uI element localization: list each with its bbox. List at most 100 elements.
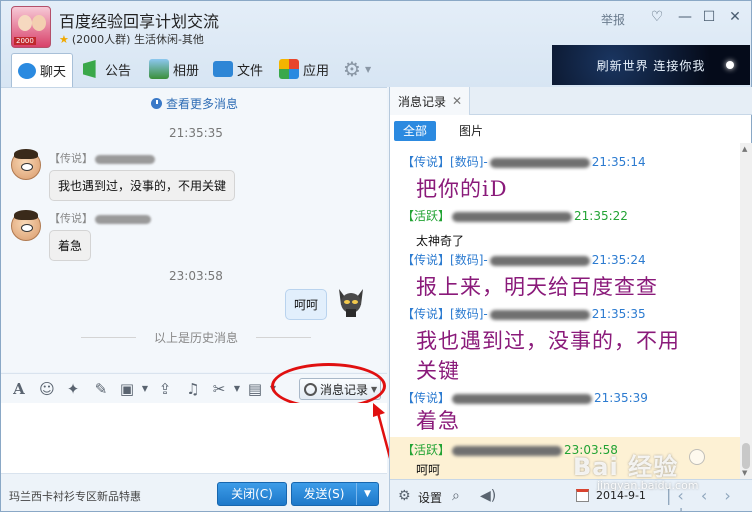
tab-files[interactable]: 文件: [207, 53, 269, 85]
upload-icon[interactable]: ⇪: [157, 381, 173, 397]
gear-icon[interactable]: ⚙: [398, 488, 411, 504]
settings-label[interactable]: 设置: [418, 489, 442, 506]
message-bubble[interactable]: 我也遇到过，没事的，不用关键: [49, 170, 236, 201]
scroll-up-icon[interactable]: ▲: [742, 145, 747, 153]
sender-avatar[interactable]: [11, 149, 41, 180]
chevron-down-icon: ▼: [364, 64, 372, 74]
promo-link[interactable]: 玛兰西卡衬衫专区新品特惠: [9, 488, 141, 504]
sender-name: 【传说】: [49, 150, 155, 166]
tab-announcement-label: 公告: [105, 63, 132, 79]
tab-message-history[interactable]: 消息记录 ✕: [390, 87, 470, 115]
baidu-watermark-url: jingyan.baidu.com: [597, 479, 699, 492]
paw-icon: [689, 449, 705, 465]
history-entry-text[interactable]: 太神奇了: [416, 232, 464, 249]
tab-chat[interactable]: 聊天: [11, 53, 74, 87]
chevron-down-icon[interactable]: ▼: [229, 381, 245, 397]
my-avatar[interactable]: [335, 285, 367, 317]
gear-icon: ⚙: [343, 57, 361, 81]
message-history-panel: 消息记录 ✕ 全部 图片 【传说】[数码]- 21:35:14 把你的iD 【活跃…: [389, 87, 752, 512]
maximize-button[interactable]: ☐: [699, 7, 719, 27]
close-icon[interactable]: ✕: [452, 94, 462, 108]
chevron-down-icon[interactable]: ▼: [137, 381, 153, 397]
history-entry-text[interactable]: 把你的iD: [416, 173, 508, 205]
redacted-name: [95, 214, 151, 224]
history-divider: 以上是历史消息: [81, 329, 311, 346]
screen-share-icon[interactable]: ▤: [247, 381, 263, 397]
chat-messages-panel: 查看更多消息 21:35:35 【传说】 我也遇到过，没事的，不用关键 【传说】…: [1, 87, 387, 372]
history-entry-text[interactable]: 我也遇到过，没事的，不用: [416, 325, 680, 357]
group-subtitle: ★ (2000人群) 生活休闲-其他: [59, 33, 204, 46]
font-icon[interactable]: A: [11, 381, 27, 397]
tab-files-label: 文件: [237, 63, 264, 79]
group-name[interactable]: 百度经验回享计划交流: [59, 8, 219, 32]
tab-apps-label: 应用: [303, 63, 330, 79]
scroll-thumb[interactable]: [742, 443, 750, 469]
history-entry-header: 【传说】[数码]- 21:35:14: [402, 155, 646, 169]
close-window-button[interactable]: ✕: [725, 7, 745, 27]
more-apps-button[interactable]: ⚙ ▼: [337, 53, 377, 85]
sender-avatar[interactable]: [11, 210, 41, 241]
photo-album-icon: [149, 59, 169, 79]
filter-images[interactable]: 图片: [450, 121, 492, 141]
clock-icon: [151, 98, 162, 109]
planet-image: [726, 61, 734, 69]
speaker-icon[interactable]: ◀): [480, 488, 496, 504]
image-icon[interactable]: ▣: [119, 381, 135, 397]
message-bubble[interactable]: 着急: [49, 230, 92, 261]
view-more-messages-link[interactable]: 查看更多消息: [151, 95, 238, 112]
history-filter: 全部 图片: [394, 121, 492, 143]
view-more-messages-label: 查看更多消息: [166, 97, 239, 111]
search-icon[interactable]: ⌕: [452, 488, 460, 504]
history-entry-text[interactable]: 着急: [416, 405, 460, 437]
minimize-button[interactable]: —: [675, 7, 695, 27]
tab-announcement[interactable]: 公告: [77, 53, 137, 85]
timestamp: 23:03:58: [169, 269, 223, 283]
bottom-bar: 玛兰西卡衬衫专区新品特惠 关闭(C) 发送(S) ▼: [1, 473, 387, 511]
report-link[interactable]: 举报: [601, 11, 625, 28]
timestamp: 21:35:35: [169, 126, 223, 140]
sender-name: 【传说】: [49, 210, 151, 226]
scissors-icon[interactable]: ✂: [211, 381, 227, 397]
tab-album-label: 相册: [173, 63, 200, 79]
chat-icon: [18, 62, 36, 79]
emoji-icon[interactable]: ☺: [39, 381, 55, 397]
tab-album[interactable]: 相册: [143, 53, 205, 85]
music-icon[interactable]: ♫: [185, 381, 201, 397]
message-input[interactable]: [1, 403, 387, 473]
send-options-dropdown[interactable]: ▼: [356, 483, 378, 505]
scroll-down-icon[interactable]: ▼: [742, 469, 747, 477]
magic-wand-icon[interactable]: ✦: [65, 381, 81, 397]
history-entry-header: 【活跃】 21:35:22: [402, 209, 628, 223]
title-bar: 2000 百度经验回享计划交流 ★ (2000人群) 生活休闲-其他 举报 ♡ —…: [1, 1, 751, 51]
send-button[interactable]: 发送(S) ▼: [291, 482, 379, 506]
history-entry-text: 呵呵: [416, 463, 441, 477]
group-avatar-tag: 2000: [14, 37, 36, 45]
tab-apps[interactable]: 应用: [273, 53, 335, 85]
history-entry-header: 【传说】[数码]- 21:35:35: [402, 307, 646, 321]
apps-icon: [279, 59, 299, 79]
star-icon: ★: [59, 33, 69, 46]
group-avatar[interactable]: 2000: [11, 6, 51, 48]
history-entry-text[interactable]: 关键: [416, 355, 460, 387]
ad-banner-text: 刷新世界 连接你我: [596, 58, 706, 73]
toolbar: 聊天 公告 相册 文件 应用 ⚙ ▼: [1, 53, 546, 87]
history-entry-header: 【传说】 21:35:39: [402, 391, 648, 405]
history-entry-header: 【传说】[数码]- 21:35:24: [402, 253, 646, 267]
history-entry-text[interactable]: 报上来，明天给百度查查: [416, 271, 658, 303]
announcement-icon: [83, 60, 96, 78]
ad-banner[interactable]: 刷新世界 连接你我: [552, 45, 750, 85]
folder-icon: [213, 61, 233, 77]
send-button-label: 发送(S): [303, 487, 345, 501]
filter-all[interactable]: 全部: [394, 121, 437, 141]
close-button[interactable]: 关闭(C): [217, 482, 287, 506]
baidu-watermark-logo: Bai 经验: [573, 453, 679, 481]
my-message-bubble[interactable]: 呵呵: [285, 289, 328, 320]
redacted-name: [95, 154, 155, 164]
history-scrollbar[interactable]: ▲ ▼: [740, 143, 752, 479]
tab-chat-label: 聊天: [40, 65, 67, 80]
history-tab-bar: 消息记录 ✕: [390, 87, 752, 115]
edit-icon[interactable]: ✎: [93, 381, 109, 397]
calendar-icon[interactable]: [576, 489, 589, 502]
history-entry-highlighted[interactable]: 【活跃】 23:03:58 呵呵: [390, 437, 740, 479]
skin-icon[interactable]: ♡: [647, 7, 667, 27]
